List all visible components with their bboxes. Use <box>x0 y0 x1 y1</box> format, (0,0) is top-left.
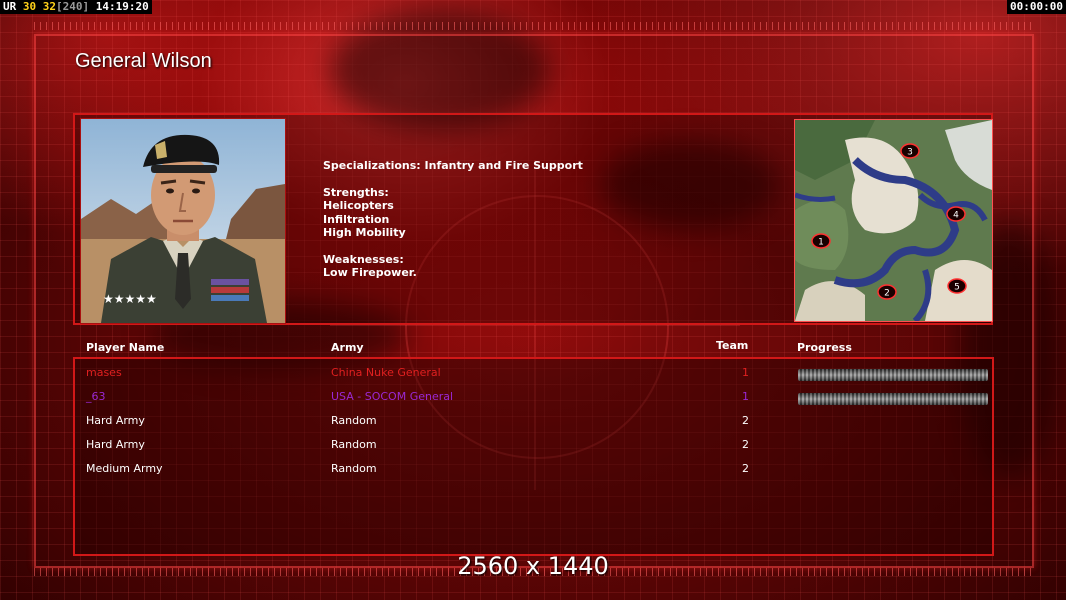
player-team: 1 <box>742 366 749 379</box>
table-row: mases China Nuke General 1 <box>0 366 1066 382</box>
player-name: Medium Army <box>86 462 163 475</box>
table-row: Medium Army Random 2 <box>0 462 1066 478</box>
progress-bar <box>798 393 988 405</box>
player-name: mases <box>86 366 122 379</box>
start-position-label: 4 <box>953 211 959 221</box>
start-position-label: 5 <box>954 283 960 293</box>
player-name: _63 <box>86 390 106 403</box>
start-position-label: 3 <box>907 148 913 158</box>
general-title: General Wilson <box>75 50 212 72</box>
player-team: 2 <box>742 438 749 451</box>
start-position-marker: 4 <box>946 206 966 222</box>
player-name: Hard Army <box>86 414 145 427</box>
player-name: Hard Army <box>86 438 145 451</box>
weakness-item: Low Firepower. <box>323 266 417 280</box>
hud-clock: 14:19:20 <box>95 0 149 13</box>
start-position-label: 2 <box>884 289 890 299</box>
player-army: Random <box>331 414 377 427</box>
start-position-marker: 3 <box>900 143 920 159</box>
game-timer: 00:00:00 <box>1007 0 1066 14</box>
map-preview: 1 2 3 4 5 <box>794 119 993 322</box>
strengths-label: Strengths: <box>323 185 389 199</box>
hud-value: 32 <box>42 0 56 13</box>
player-team: 1 <box>742 390 749 403</box>
start-position-marker: 2 <box>877 284 897 300</box>
player-army: Random <box>331 462 377 475</box>
column-header-team: Team <box>716 339 749 352</box>
resolution-label: 2560 x 1440 <box>457 552 609 580</box>
weaknesses-label: Weaknesses: <box>323 252 404 266</box>
table-row: Hard Army Random 2 <box>0 438 1066 454</box>
strength-item: Helicopters <box>323 199 394 213</box>
frame-ticks-top <box>34 22 1032 30</box>
table-row: _63 USA - SOCOM General 1 <box>0 390 1066 406</box>
progress-bar <box>798 369 988 381</box>
column-header-army: Army <box>331 341 364 354</box>
hud-value: 30 <box>22 0 37 13</box>
player-army: China Nuke General <box>331 366 441 379</box>
column-header-player-name: Player Name <box>86 341 165 354</box>
player-team: 2 <box>742 414 749 427</box>
strength-item: High Mobility <box>323 226 406 240</box>
start-position-marker: 5 <box>947 278 967 294</box>
hud-label: UR <box>3 0 17 13</box>
fps-overlay: UR 30 32[240] 14:19:20 <box>0 0 152 14</box>
player-army: Random <box>331 438 377 451</box>
general-description: Specializations: Infantry and Fire Suppo… <box>323 159 583 280</box>
table-row: Hard Army Random 2 <box>0 414 1066 430</box>
general-portrait: ★★★★★ <box>80 118 286 324</box>
players-panel <box>73 357 994 556</box>
hud-bracket-value: [240] <box>56 0 90 13</box>
start-position-marker: 1 <box>811 233 831 249</box>
start-position-label: 1 <box>818 238 824 248</box>
svg-text:★★★★★: ★★★★★ <box>103 292 157 306</box>
strength-item: Infiltration <box>323 212 390 226</box>
player-army: USA - SOCOM General <box>331 390 454 403</box>
column-header-progress: Progress <box>797 341 852 354</box>
specializations-text: Specializations: Infantry and Fire Suppo… <box>323 159 583 172</box>
player-team: 2 <box>742 462 749 475</box>
